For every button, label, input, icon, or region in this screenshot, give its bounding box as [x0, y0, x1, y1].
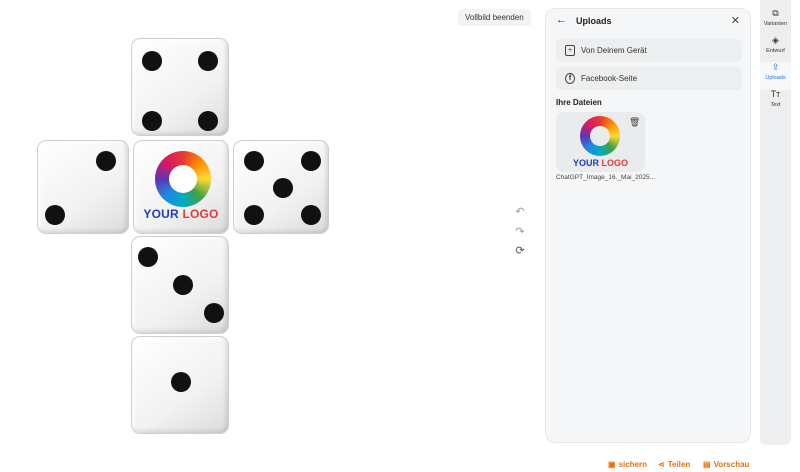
share-label: Teilen: [667, 460, 691, 469]
pip: [173, 275, 193, 295]
right-sidebar: ⧉ Varianten ◈ Entwurf ⇪ Uploads Tт Text: [760, 0, 791, 445]
logo-ring-icon: [155, 151, 211, 207]
refresh-icon[interactable]: ⟳: [513, 244, 527, 258]
die-face-one[interactable]: [131, 336, 229, 434]
facebook-page-label: Facebook-Seite: [581, 74, 638, 83]
sidebar-item-label: Varianten: [763, 21, 788, 27]
sidebar-item-uploads[interactable]: ⇪ Uploads: [760, 62, 791, 90]
logo-word-your: YOUR: [572, 158, 599, 168]
pip: [244, 205, 264, 225]
design-canvas[interactable]: YOUR LOGO: [0, 0, 540, 472]
panel-header: ← Uploads ✕: [546, 9, 750, 33]
text-icon: Tт: [770, 89, 781, 99]
preview-button[interactable]: ▤ Vorschau: [703, 460, 749, 469]
sidebar-item-text[interactable]: Tт Text: [760, 89, 791, 117]
upload-icon: ⇪: [771, 62, 780, 72]
back-arrow-icon[interactable]: ←: [556, 14, 567, 26]
pip: [198, 51, 218, 71]
save-icon: ▣: [608, 460, 616, 469]
preview-label: Vorschau: [713, 460, 750, 469]
die-face-five[interactable]: [233, 140, 329, 234]
sidebar-item-varianten[interactable]: ⧉ Varianten: [760, 8, 791, 36]
footer-bar: ▣ sichern ⋖ Teilen ▤ Vorschau: [0, 455, 800, 472]
save-button[interactable]: ▣ sichern: [608, 460, 647, 469]
logo-text: YOUR LOGO: [134, 207, 228, 221]
upload-from-device-label: Von Deinem Gerät: [581, 46, 647, 55]
uploads-panel: ← Uploads ✕ + Von Deinem Gerät f Faceboo…: [545, 8, 751, 443]
logo-word-logo: LOGO: [601, 158, 629, 168]
close-icon[interactable]: ✕: [731, 14, 740, 27]
files-heading: Ihre Dateien: [556, 98, 602, 107]
layers-icon: ◈: [772, 35, 779, 45]
pip: [301, 205, 321, 225]
pip: [273, 178, 293, 198]
pip: [138, 247, 158, 267]
share-button[interactable]: ⋖ Teilen: [658, 460, 690, 469]
device-upload-icon: +: [565, 45, 575, 56]
uploaded-file-name: ChatGPT_Image_16._Mai_2025...: [556, 174, 656, 181]
logo-ring-icon: [580, 116, 620, 156]
share-icon: ⋖: [658, 460, 665, 469]
pip: [171, 372, 191, 392]
facebook-page-button[interactable]: f Facebook-Seite: [556, 67, 742, 90]
panel-title: Uploads: [576, 16, 612, 26]
exit-fullscreen-tooltip[interactable]: Vollbild beenden: [458, 9, 531, 26]
sidebar-item-label: Entwurf: [766, 48, 785, 54]
pip: [96, 151, 116, 171]
sidebar-item-label: Text: [770, 102, 781, 108]
undo-icon[interactable]: ↶: [513, 205, 527, 219]
pip: [301, 151, 321, 171]
save-label: sichern: [618, 460, 648, 469]
upload-from-device-button[interactable]: + Von Deinem Gerät: [556, 39, 742, 62]
die-face-two[interactable]: [37, 140, 129, 234]
preview-icon: ▤: [703, 460, 711, 469]
uploaded-file-thumbnail[interactable]: YOUR LOGO 🗑: [556, 112, 645, 172]
logo-text: YOUR LOGO: [556, 158, 645, 168]
sidebar-item-entwurf[interactable]: ◈ Entwurf: [760, 35, 791, 63]
die-face-three[interactable]: [131, 236, 229, 334]
redo-icon[interactable]: ↷: [513, 225, 527, 239]
pip: [204, 303, 224, 323]
die-face-logo[interactable]: YOUR LOGO: [133, 140, 229, 234]
trash-icon[interactable]: 🗑: [629, 117, 640, 128]
variants-icon: ⧉: [772, 8, 779, 18]
die-face-four[interactable]: [131, 38, 229, 136]
logo-word-your: YOUR: [143, 207, 179, 221]
logo-word-logo: LOGO: [182, 207, 219, 221]
sidebar-item-label: Uploads: [765, 75, 786, 81]
pip: [142, 111, 162, 131]
pip: [45, 205, 65, 225]
facebook-icon: f: [565, 73, 575, 84]
pip: [142, 51, 162, 71]
pip: [198, 111, 218, 131]
pip: [244, 151, 264, 171]
